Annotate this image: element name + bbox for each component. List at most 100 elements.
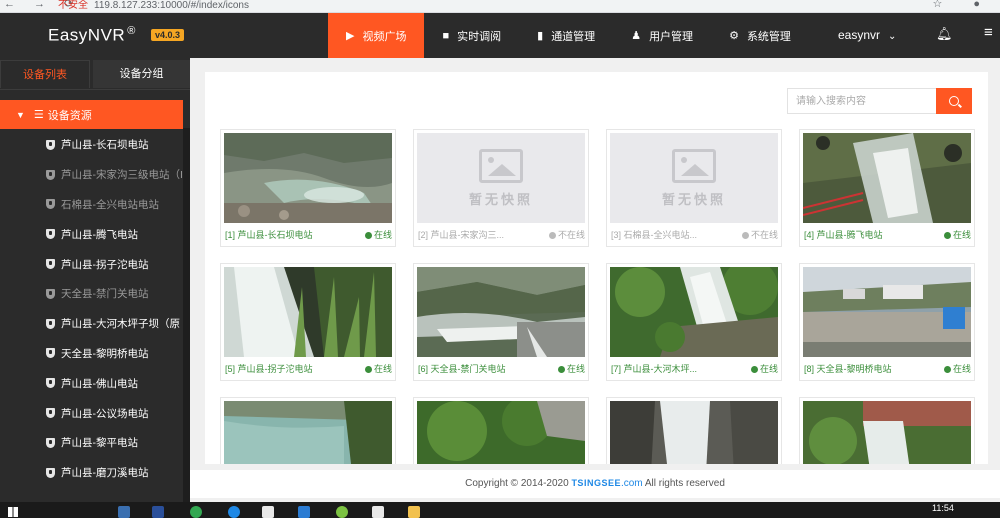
no-snapshot-text: 暂无快照: [661, 191, 726, 207]
no-snapshot-text: 暂无快照: [468, 191, 533, 207]
tree-item[interactable]: 芦山县-佛山电站: [0, 368, 190, 398]
video-camera-icon: ■: [442, 29, 450, 42]
insecure-label: 不安全: [58, 0, 88, 11]
camera-card[interactable]: [4] 芦山县-腾飞电站 在线: [799, 129, 975, 247]
bell-icon[interactable]: 🔔︎: [936, 26, 953, 42]
tree-item[interactable]: 芦山县-拐子沱电站: [0, 249, 190, 279]
browser-right-icons[interactable]: ☆ ●: [932, 0, 994, 10]
snapshot-image: [610, 401, 778, 464]
list-icon: ☰: [33, 109, 44, 121]
tree-item-label: 芦山县-磨刀溪电站: [61, 467, 149, 480]
camera-card[interactable]: [1] 芦山县-长石坝电站 在线: [220, 129, 396, 247]
camera-title: [8] 天全县-黎明桥电站: [804, 364, 892, 374]
snapshot-image: [417, 267, 585, 357]
camera-card[interactable]: [799, 397, 975, 464]
taskbar-app-icon[interactable]: [408, 506, 420, 518]
tree-item[interactable]: 芦山县-黎平电站: [0, 428, 190, 458]
username: easynvr: [838, 28, 881, 42]
snapshot-image: [417, 401, 585, 464]
app-logo[interactable]: EasyNVR ®: [48, 25, 136, 46]
tree-item[interactable]: 芦山县-大河木坪子坝（原: [0, 309, 190, 339]
tree-root-device-resources[interactable]: ▼ ☰ 设备资源: [0, 100, 183, 129]
tree-item[interactable]: 芦山县-腾飞电站: [0, 219, 190, 249]
camera-card[interactable]: 暂无快照 [2] 芦山县-宋家沟三... 不在线: [413, 129, 589, 247]
tree-item-label: 石棉县-全兴电站电站: [61, 198, 159, 211]
camera-caption: [7] 芦山县-大河木坪... 在线: [611, 362, 778, 376]
menu-channel-management[interactable]: ▮ 通道管理: [519, 13, 613, 58]
registered-mark: ®: [127, 25, 136, 37]
status-badge: 在线: [750, 362, 778, 376]
snapshot-image: [224, 267, 392, 357]
status-text: 在线: [952, 230, 971, 240]
tree-item[interactable]: 芦山县-长石坝电站: [0, 130, 190, 160]
tree-item[interactable]: 芦山县-磨刀溪电站: [0, 458, 190, 488]
menu-system-management[interactable]: ⚙ 系统管理: [711, 13, 809, 58]
status-badge: 在线: [557, 362, 585, 376]
menu-user-management[interactable]: ♟ 用户管理: [613, 13, 711, 58]
offline-status-icon: [741, 232, 749, 239]
camera-caption: [5] 芦山县-拐子沱电站 在线: [225, 362, 392, 376]
camera-card[interactable]: [7] 芦山县-大河木坪... 在线: [606, 263, 782, 381]
tree-item[interactable]: 芦山县-宋家沟三级电站（I: [0, 160, 190, 190]
menu-label: 系统管理: [746, 30, 791, 43]
search-button[interactable]: [936, 88, 972, 114]
taskbar-app-icon[interactable]: [262, 506, 274, 518]
camera-title: [6] 天全县-禁门关电站: [418, 364, 506, 374]
tree-item-label: 芦山县-长石坝电站: [61, 139, 149, 152]
camera-title: [2] 芦山县-宋家沟三...: [418, 230, 505, 240]
camera-card[interactable]: [5] 芦山县-拐子沱电站 在线: [220, 263, 396, 381]
shield-icon: [46, 408, 55, 419]
status-text: 在线: [373, 230, 392, 240]
tree-item[interactable]: 石棉县-全兴电站电站: [0, 190, 190, 220]
menu-icon[interactable]: ≡: [984, 24, 993, 41]
taskbar-app-icon[interactable]: [336, 506, 348, 518]
menu-live-view[interactable]: ■ 实时调阅: [424, 13, 519, 58]
tree-item-label: 芦山县-大河木坪子坝（原: [61, 318, 180, 331]
shield-icon: [46, 318, 55, 329]
camera-card[interactable]: 暂无快照 [3] 石棉县-全兴电站... 不在线: [606, 129, 782, 247]
taskbar-app-icon[interactable]: [152, 506, 164, 518]
snapshot-image: [803, 267, 971, 357]
tree-item[interactable]: 天全县-禁门关电站: [0, 279, 190, 309]
tree-item-label: 芦山县-黎平电站: [61, 437, 138, 450]
address-bar[interactable]: 不安全 119.8.127.233:10000/#/index/icons: [58, 0, 249, 11]
logo-text: EasyNVR: [48, 25, 126, 45]
taskbar-app-icon[interactable]: [372, 506, 384, 518]
camera-caption: [2] 芦山县-宋家沟三... 不在线: [418, 228, 585, 242]
tab-device-list[interactable]: 设备列表: [0, 60, 90, 88]
status-badge: 在线: [364, 362, 392, 376]
taskbar-app-icon[interactable]: [298, 506, 310, 518]
tab-device-groups[interactable]: 设备分组: [93, 60, 190, 88]
snapshot-image: [610, 267, 778, 357]
status-text: 在线: [373, 364, 392, 374]
taskbar-clock[interactable]: 11:54: [932, 503, 954, 513]
camera-card[interactable]: [220, 397, 396, 464]
image-placeholder-icon: [672, 148, 716, 183]
camera-card[interactable]: [8] 天全县-黎明桥电站 在线: [799, 263, 975, 381]
shield-icon: [46, 348, 55, 359]
tree-item[interactable]: 芦山县-公议场电站: [0, 398, 190, 428]
camera-caption: [1] 芦山县-长石坝电站 在线: [225, 228, 392, 242]
taskbar-app-icon[interactable]: [228, 506, 240, 518]
status-text: 在线: [759, 364, 778, 374]
snapshot-image: [224, 401, 392, 464]
user-dropdown[interactable]: easynvr ⌄: [838, 28, 896, 42]
taskbar-app-icon[interactable]: [190, 506, 202, 518]
shield-icon: [46, 437, 55, 448]
status-text: 不在线: [557, 230, 585, 240]
sidebar: 设备列表 设备分组 ▼ ☰ 设备资源 芦山县-长石坝电站 芦山县-宋家沟三级电站…: [0, 58, 190, 502]
sidebar-scrollbar[interactable]: [183, 128, 190, 502]
taskbar-app-icon[interactable]: [118, 506, 130, 518]
camera-card[interactable]: [413, 397, 589, 464]
video-square-panel: [1] 芦山县-长石坝电站在线 暂无快照 [2] 芦山县-宋家沟三...不在线 …: [205, 72, 988, 464]
shield-icon: [46, 169, 55, 180]
menu-video-square[interactable]: ▶ 视频广场: [328, 13, 425, 58]
tree-item[interactable]: 天全县-黎明桥电站: [0, 339, 190, 369]
snapshot-image: [803, 133, 971, 223]
windows-start-icon[interactable]: [8, 507, 18, 517]
camera-card[interactable]: [6] 天全县-禁门关电站 在线: [413, 263, 589, 381]
search-input[interactable]: [787, 88, 937, 114]
camera-caption: [4] 芦山县-腾飞电站 在线: [804, 228, 971, 242]
camera-card[interactable]: [606, 397, 782, 464]
device-tree: 芦山县-长石坝电站 芦山县-宋家沟三级电站（I 石棉县-全兴电站电站 芦山县-腾…: [0, 130, 190, 488]
